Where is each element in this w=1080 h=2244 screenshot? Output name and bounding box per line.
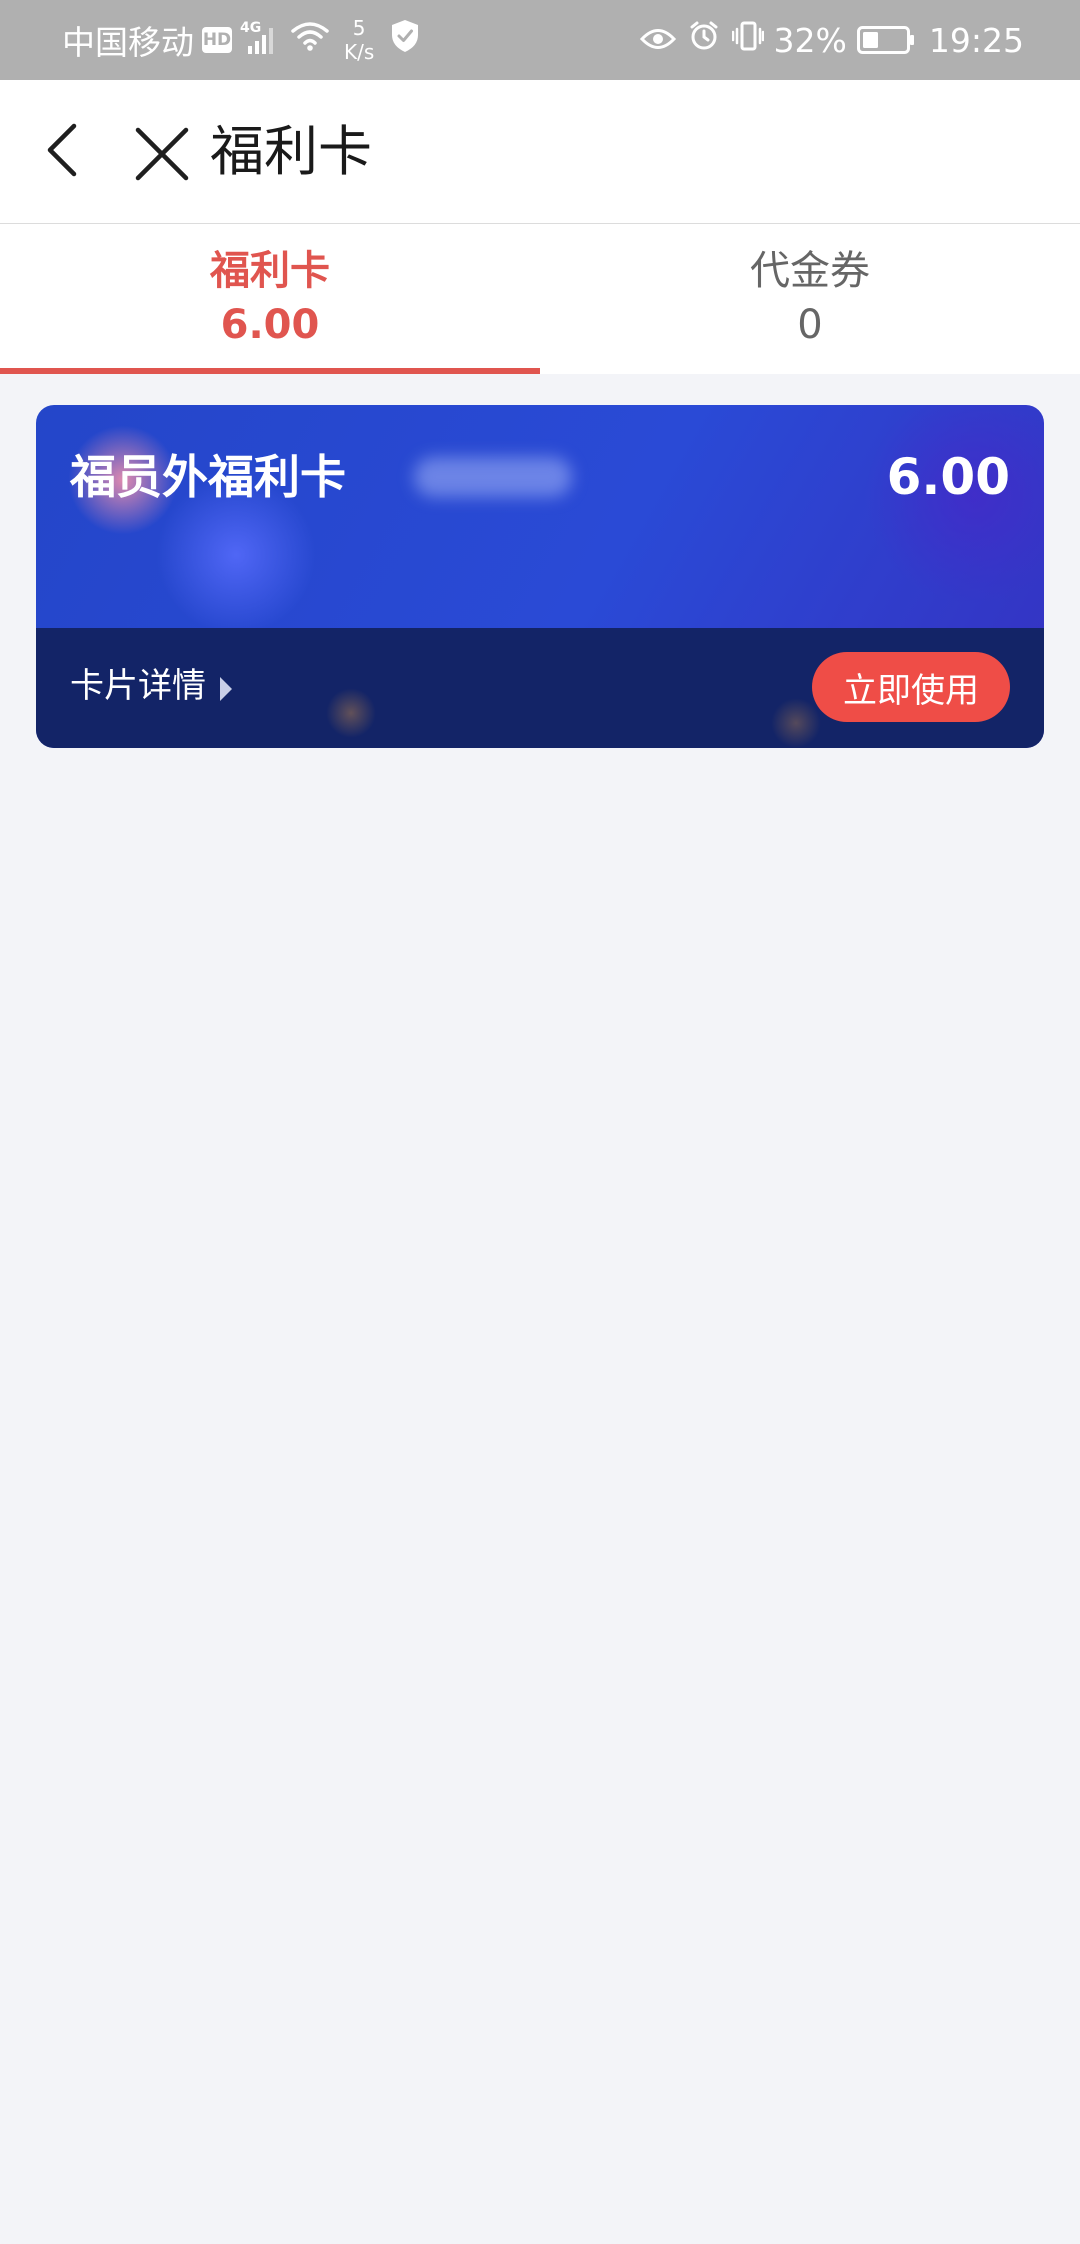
- clock: 19:25: [928, 20, 1024, 60]
- card-detail-link[interactable]: 卡片详情: [70, 660, 234, 712]
- page-title: 福利卡: [210, 120, 372, 183]
- tab-bar: 福利卡 6.00 代金券 0: [0, 224, 1080, 374]
- signal-icon: 4G: [240, 20, 280, 60]
- close-button[interactable]: [130, 122, 194, 186]
- wifi-icon: [290, 20, 330, 60]
- tab-active-indicator: [0, 368, 540, 374]
- shield-icon: [390, 19, 420, 61]
- vibrate-icon: [731, 20, 764, 60]
- card-footer: 卡片详情 立即使用: [36, 628, 1044, 748]
- card-balance: 6.00: [886, 448, 1010, 506]
- blurred-card-number: [414, 457, 572, 497]
- status-bar: 中国移动 HD 4G 5 K/s 32% 19:25: [0, 0, 1080, 80]
- close-icon: [135, 127, 189, 181]
- tab-count: 6.00: [220, 302, 320, 348]
- alarm-icon: [688, 20, 720, 60]
- card-decoration: [326, 688, 376, 738]
- speed-value: 5: [352, 16, 366, 40]
- tab-count: 0: [797, 302, 823, 348]
- battery-percent: 32%: [773, 20, 847, 60]
- back-button[interactable]: [40, 122, 100, 182]
- tab-voucher[interactable]: 代金券 0: [540, 224, 1080, 374]
- carrier-name: 中国移动: [62, 23, 194, 62]
- tab-label: 代金券: [750, 248, 870, 294]
- card-name: 福员外福利卡: [70, 450, 346, 504]
- hd-icon: HD: [202, 27, 232, 53]
- tab-label: 福利卡: [210, 248, 330, 294]
- speed-unit: K/s: [344, 40, 375, 64]
- welfare-card[interactable]: 福员外福利卡 6.00 卡片详情 立即使用: [36, 405, 1044, 748]
- status-bar-left: 中国移动 HD 4G 5 K/s: [62, 0, 420, 80]
- app-header: 福利卡: [0, 80, 1080, 224]
- card-detail-label: 卡片详情: [70, 666, 206, 706]
- eye-icon: [639, 21, 676, 60]
- chevron-left-icon: [47, 123, 77, 177]
- status-bar-right: 32% 19:25: [628, 0, 1024, 80]
- battery-icon: [856, 26, 915, 54]
- triangle-right-icon: [220, 677, 232, 701]
- tab-welfare-card[interactable]: 福利卡 6.00: [0, 224, 540, 374]
- card-decoration: [771, 698, 821, 748]
- network-speed: 5 K/s: [344, 16, 374, 64]
- use-now-button[interactable]: 立即使用: [812, 652, 1010, 722]
